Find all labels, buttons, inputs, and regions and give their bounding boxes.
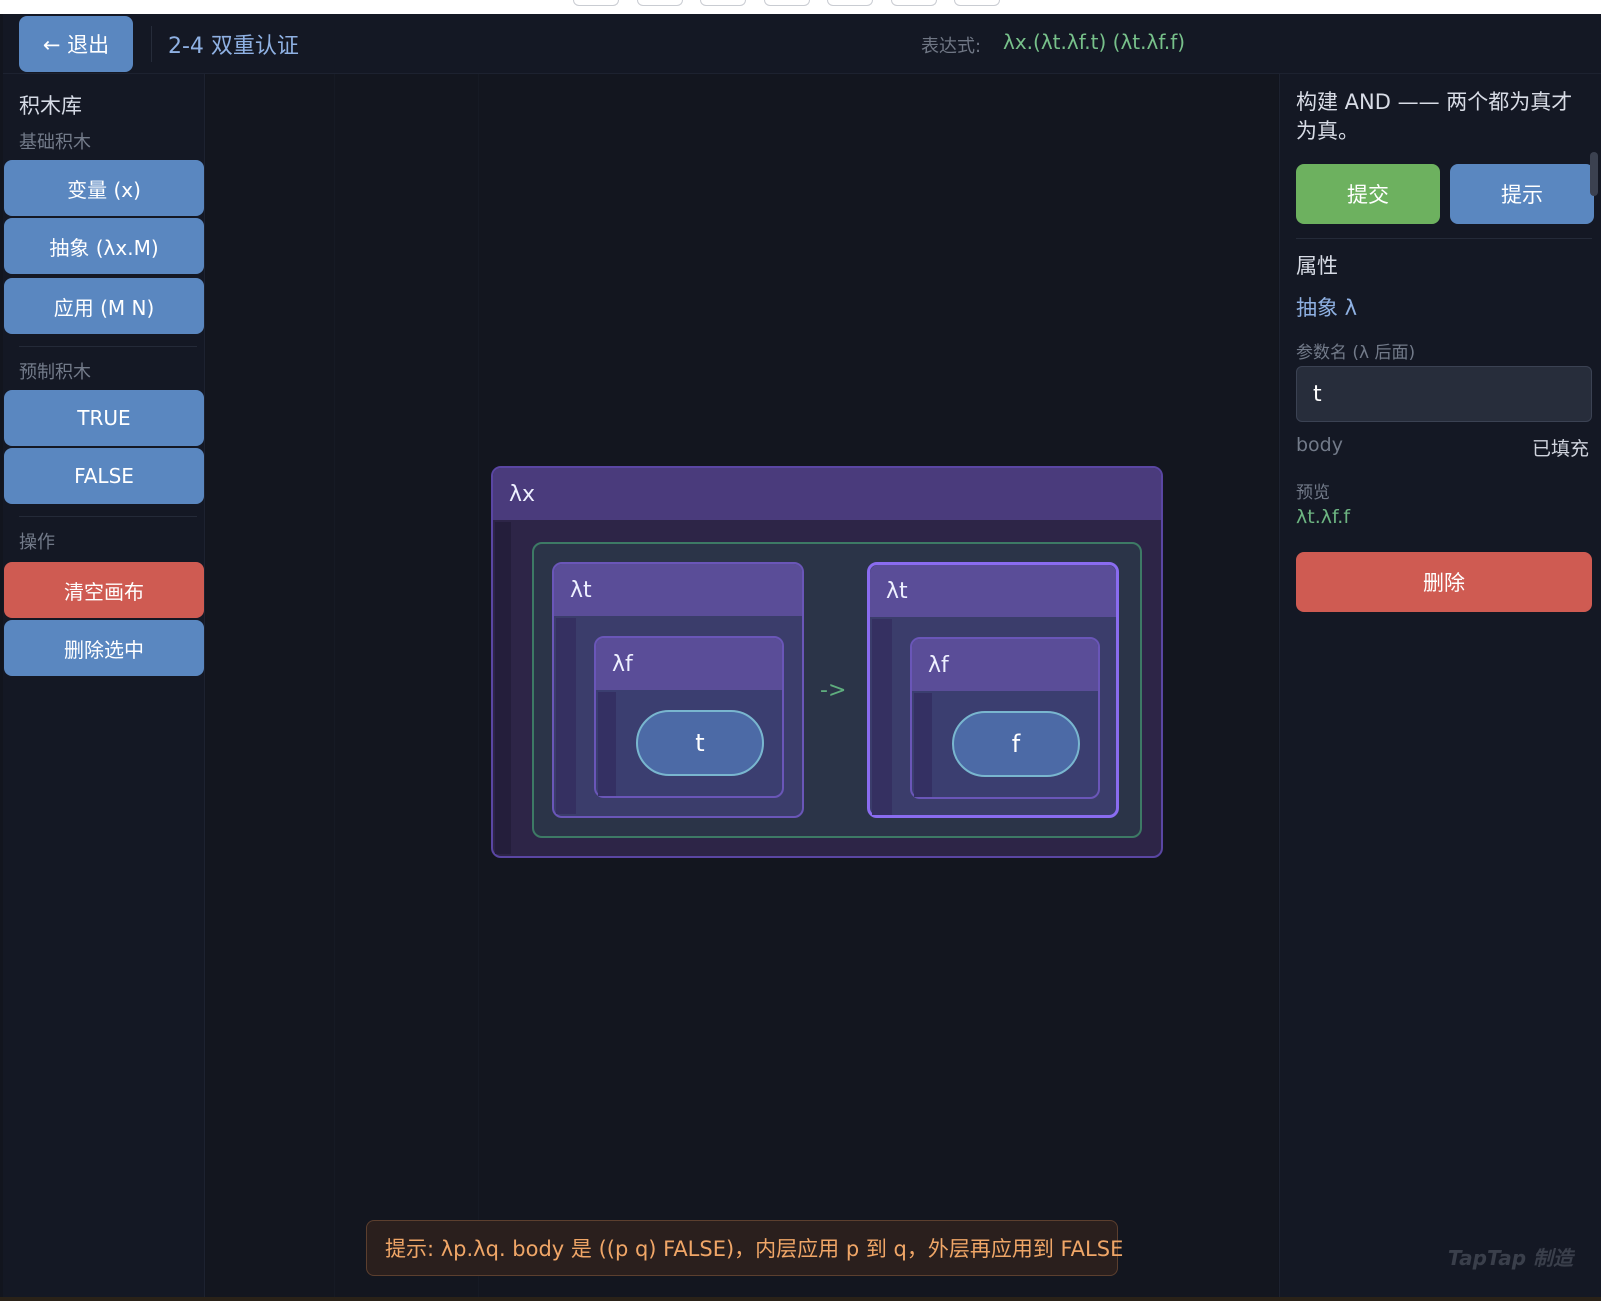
right-lambda-f-block[interactable]: λf f: [910, 637, 1100, 799]
lambda-header[interactable]: λf: [912, 639, 1098, 691]
lambda-label: λf: [612, 651, 633, 677]
tab-nub[interactable]: [637, 0, 683, 6]
lambda-label: λt: [570, 577, 592, 603]
button-label: 删除: [1423, 571, 1465, 595]
lambda-label: λx: [509, 481, 536, 507]
block-body-rail: [598, 692, 616, 796]
taptap-watermark: TapTap 制造: [1447, 1246, 1573, 1270]
lambda-header[interactable]: λt: [870, 565, 1116, 617]
button-label: 变量 (x): [67, 177, 141, 202]
left-lambda-t-block[interactable]: λt λf t: [552, 562, 804, 818]
section-operations: 操作: [19, 532, 55, 553]
block-body-rail: [556, 618, 576, 814]
button-label: TRUE: [77, 406, 131, 430]
button-label: 删除选中: [64, 637, 144, 662]
exit-label: ← 退出: [42, 33, 110, 57]
tab-nub[interactable]: [954, 0, 1000, 6]
button-label: 清空画布: [64, 579, 144, 604]
tab-nub[interactable]: [764, 0, 810, 6]
hint-text: 提示: λp.λq. body 是 ((p q) FALSE)，内层应用 p 到…: [385, 1237, 1124, 1261]
selected-block-type: 抽象 λ: [1296, 296, 1358, 320]
false-block-button[interactable]: FALSE: [4, 448, 204, 504]
hint-message-bar: 提示: λp.λq. body 是 ((p q) FALSE)，内层应用 p 到…: [366, 1220, 1123, 1276]
block-canvas[interactable]: λx -> λt λf t λt λf f 提示: λp.λq. body 是 …: [206, 74, 1278, 1301]
body-label: body: [1296, 434, 1343, 456]
variable-block-t[interactable]: t: [636, 710, 764, 776]
panel-divider: [1296, 238, 1592, 239]
tab-nub[interactable]: [891, 0, 937, 6]
bottom-edge: [0, 1297, 1601, 1301]
tab-nub[interactable]: [700, 0, 746, 6]
left-lambda-f-block[interactable]: λf t: [594, 636, 784, 798]
outer-lambda-header[interactable]: λx: [493, 468, 1161, 520]
level-title: 2-4 双重认证: [168, 34, 299, 59]
tab-nub[interactable]: [827, 0, 873, 6]
level-goal-text: 构建 AND —— 两个都为真才为真。: [1296, 90, 1573, 143]
lambda-label: λt: [886, 578, 908, 604]
variable-label: t: [695, 729, 705, 757]
block-library-sidebar: 积木库 基础积木 变量 (x) 抽象 (λx.M) 应用 (M N) 预制积木 …: [3, 74, 205, 1301]
delete-selected-button[interactable]: 删除选中: [4, 620, 204, 676]
block-body-rail: [914, 693, 932, 797]
delete-button[interactable]: 删除: [1296, 552, 1592, 612]
variable-label: f: [1011, 730, 1021, 758]
body-status: 已填充: [1531, 438, 1589, 460]
lambda-header[interactable]: λt: [554, 564, 802, 616]
canvas-gridline: [478, 74, 479, 1301]
lambda-label: λf: [928, 652, 949, 678]
variable-block-button[interactable]: 变量 (x): [4, 160, 204, 216]
canvas-gridline: [334, 74, 335, 1301]
properties-panel: 构建 AND —— 两个都为真才为真。 提交 提示 属性 抽象 λ 参数名 (λ…: [1279, 74, 1601, 1301]
panel-scrollbar[interactable]: [1590, 152, 1598, 196]
app-root: ← 退出 2-4 双重认证 表达式: λx.(λt.λf.t) (λt.λf.f…: [0, 0, 1601, 1301]
expression-value: λx.(λt.λf.t) (λt.λf.f): [1003, 30, 1186, 54]
button-label: FALSE: [74, 464, 134, 488]
application-arrow: ->: [820, 678, 847, 703]
button-label: 提交: [1347, 183, 1389, 207]
param-name-input[interactable]: [1296, 366, 1592, 422]
right-lambda-t-block-selected[interactable]: λt λf f: [867, 562, 1119, 818]
top-header: ← 退出 2-4 双重认证 表达式: λx.(λt.λf.t) (λt.λf.f…: [3, 14, 1601, 74]
button-label: 提示: [1501, 183, 1543, 207]
variable-block-f[interactable]: f: [952, 711, 1080, 777]
browser-tab-strip: [0, 0, 1601, 14]
section-basic-blocks: 基础积木: [19, 132, 91, 153]
header-divider: [151, 26, 152, 62]
sidebar-divider: [19, 516, 197, 517]
lambda-header[interactable]: λf: [596, 638, 782, 690]
sidebar-divider: [19, 346, 197, 347]
expression-label: 表达式:: [921, 36, 982, 57]
sidebar-title: 积木库: [19, 94, 82, 118]
exit-button[interactable]: ← 退出: [19, 16, 133, 72]
button-label: 应用 (M N): [53, 295, 155, 320]
properties-title: 属性: [1296, 254, 1338, 278]
section-prefab-blocks: 预制积木: [19, 362, 91, 383]
true-block-button[interactable]: TRUE: [4, 390, 204, 446]
preview-value: λt.λf.f: [1296, 506, 1351, 528]
clear-canvas-button[interactable]: 清空画布: [4, 562, 204, 618]
button-label: 抽象 (λx.M): [49, 235, 159, 260]
tab-nub[interactable]: [573, 0, 619, 6]
block-body-rail: [872, 619, 892, 815]
application-block-button[interactable]: 应用 (M N): [4, 278, 204, 334]
abstraction-block-button[interactable]: 抽象 (λx.M): [4, 218, 204, 274]
preview-label: 预览: [1296, 483, 1330, 503]
param-name-label: 参数名 (λ 后面): [1296, 343, 1416, 363]
hint-button[interactable]: 提示: [1450, 164, 1594, 224]
block-body-rail: [495, 522, 511, 854]
submit-button[interactable]: 提交: [1296, 164, 1440, 224]
